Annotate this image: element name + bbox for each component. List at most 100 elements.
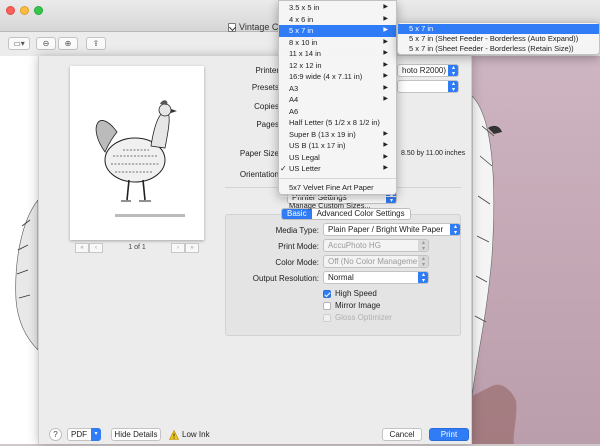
color-mode-label: Color Mode: [275, 258, 319, 267]
chicken-artwork-partial [471, 95, 517, 444]
menu-item-label: 16:9 wide (4 x 7.11 in) [289, 72, 363, 81]
document-icon [228, 22, 236, 32]
checkmark-icon: ✓ [280, 164, 287, 173]
submenu-item-0[interactable]: 5 x 7 in [398, 24, 599, 34]
presets-label: Presets [251, 83, 279, 92]
close-window-button[interactable] [6, 6, 15, 15]
submenu-arrow-icon: ▶ [383, 165, 388, 171]
previous-page-button[interactable]: ‹ [89, 242, 103, 253]
menu-item-a6[interactable]: A6 [279, 106, 396, 118]
next-page-icon: › [177, 244, 179, 251]
menu-item-label: A4 [289, 95, 299, 104]
zoom-out-button[interactable]: ⊖ [36, 37, 56, 50]
menu-item-custom-5x7-velvet-fine-art-paper[interactable]: 5x7 Velvet Fine Art Paper [279, 182, 396, 194]
paper-size-menu: 3.5 x 5 in ▶ 4 x 6 in ▶ 5 x 7 in ▶ 8 x 10 in ▶ 1… [278, 0, 397, 210]
menu-item-label: A6 [289, 106, 299, 116]
menu-item-label: Half Letter (5 1/2 x 8 1/2 in) [289, 118, 380, 127]
menu-item-label: 5 x 7 in [289, 26, 314, 35]
media-type-popup[interactable]: Plain Paper / Bright White Paper ▴ ▾ [323, 223, 461, 236]
submenu-arrow-icon: ▶ [383, 38, 388, 45]
menu-item-11-x-14-in[interactable]: 11 x 14 in ▶ [279, 48, 396, 60]
presets-popup[interactable]: ▴ ▾ [397, 80, 459, 93]
chevron-down-icon: ▾ [91, 428, 101, 441]
cancel-button[interactable]: Cancel [382, 428, 422, 441]
print-mode-label: Print Mode: [278, 242, 319, 251]
chicken-artwork-left [15, 200, 38, 350]
low-ink-label: Low Ink [182, 430, 210, 439]
zoom-window-button[interactable] [34, 6, 43, 15]
menu-item-4-x-6-in[interactable]: 4 x 6 in ▶ [279, 14, 396, 26]
menu-item-label: US Letter [289, 164, 321, 173]
menu-separator [279, 177, 396, 179]
output-resolution-popup[interactable]: Normal ▴ ▾ [323, 271, 429, 284]
submenu-arrow-icon: ▶ [383, 130, 388, 137]
menu-item-5-x-7-in[interactable]: 5 x 7 in ▶ [279, 25, 396, 37]
print-mode-popup[interactable]: AccuPhoto HG ▴ ▾ [323, 239, 429, 252]
submenu-arrow-icon: ▶ [383, 61, 388, 68]
submenu-item-2[interactable]: 5 x 7 in (Sheet Feeder - Borderless (Ret… [398, 44, 599, 54]
menu-item-super-b-13-x-19-in[interactable]: Super B (13 x 19 in) ▶ [279, 129, 396, 141]
high-speed-label: High Speed [335, 289, 377, 298]
hide-details-button[interactable]: Hide Details [111, 428, 161, 441]
menu-item-label: A3 [289, 83, 299, 93]
mirror-image-checkbox[interactable]: Mirror Image [323, 301, 380, 310]
popup-stepper-icon: ▴ ▾ [418, 256, 428, 267]
menu-item-a4[interactable]: A4 ▶ [279, 94, 396, 106]
menu-item-half-letter-5-1-2-x-8-1-2-in[interactable]: Half Letter (5 1/2 x 8 1/2 in) [279, 117, 396, 129]
checkbox-icon [323, 313, 331, 322]
pdf-menu-button[interactable]: PDF ▾ [67, 428, 101, 441]
copies-label: Copies [254, 102, 279, 111]
menu-item-us-letter[interactable]: ✓ US Letter ▶ [279, 163, 396, 175]
mirror-image-label: Mirror Image [335, 301, 381, 310]
printer-label: Printer [255, 66, 279, 75]
sidebar-toggle-button[interactable]: ▭▾ [8, 37, 30, 50]
menu-item-8-x-10-in[interactable]: 8 x 10 in ▶ [279, 37, 396, 49]
menu-item-a3[interactable]: A3 ▶ [279, 83, 396, 95]
first-page-icon: « [80, 244, 84, 251]
zoom-in-icon: ⊕ [64, 39, 72, 48]
page-indicator: 1 of 1 [128, 244, 146, 251]
menu-item-label: US B (11 x 17 in) [289, 141, 346, 150]
menu-item-label: 11 x 14 in [289, 49, 321, 58]
first-page-button[interactable]: « [75, 242, 89, 253]
checkbox-icon [323, 301, 331, 310]
minimize-window-button[interactable] [20, 6, 29, 15]
output-resolution-value: Normal [328, 273, 354, 282]
last-page-button[interactable]: » [185, 242, 199, 253]
color-mode-popup[interactable]: Off (No Color Manageme... ▴ ▾ [323, 255, 429, 268]
high-speed-checkbox[interactable]: High Speed [323, 289, 377, 298]
media-type-label: Media Type: [275, 226, 319, 235]
orientation-label: Orientation [239, 170, 279, 179]
submenu-arrow-icon: ▶ [383, 50, 388, 56]
submenu-item-1[interactable]: 5 x 7 in (Sheet Feeder - Borderless (Aut… [398, 34, 599, 44]
popup-stepper-icon: ▴ ▾ [448, 81, 458, 92]
menu-item-12-x-12-in[interactable]: 12 x 12 in ▶ [279, 60, 396, 72]
zoom-out-icon: ⊖ [42, 39, 50, 48]
submenu-arrow-icon: ▶ [383, 153, 388, 160]
menu-item-label: 12 x 12 in [289, 60, 322, 70]
gloss-optimizer-checkbox[interactable]: Gloss Optimizer [323, 313, 392, 322]
menu-item-16-9-wide-4-x-7-11-in[interactable]: 16:9 wide (4 x 7.11 in) ▶ [279, 71, 396, 83]
dialog-footer: ? PDF ▾ Hide Details Low Ink Cancel Prin… [39, 425, 473, 444]
paper-size-submenu: 5 x 7 in 5 x 7 in (Sheet Feeder - Borderl… [397, 22, 600, 55]
menu-item-label: 4 x 6 in [289, 14, 314, 24]
next-page-button[interactable]: › [171, 242, 185, 253]
menu-item-us-legal[interactable]: US Legal ▶ [279, 152, 396, 164]
print-button[interactable]: Print [429, 428, 469, 441]
help-button[interactable]: ? [49, 428, 62, 441]
checkbox-checked-icon [323, 289, 331, 298]
submenu-arrow-icon: ▶ [383, 96, 388, 102]
menu-item-us-b-11-x-17-in[interactable]: US B (11 x 17 in) ▶ [279, 140, 396, 152]
menu-item-3-5-x-5-in[interactable]: 3.5 x 5 in ▶ [279, 2, 396, 14]
share-button[interactable]: ⇪ [86, 37, 106, 50]
preview-pager: « ‹ 1 of 1 › » [75, 242, 199, 253]
manage-custom-sizes-item[interactable]: Manage Custom Sizes... [279, 200, 396, 212]
low-ink-warning-icon [169, 430, 179, 440]
popup-stepper-icon: ▴ ▾ [418, 240, 428, 251]
zoom-in-button[interactable]: ⊕ [58, 37, 78, 50]
paper-size-label: Paper Size [239, 149, 279, 158]
popup-stepper-icon: ▴ ▾ [448, 65, 458, 76]
submenu-arrow-icon: ▶ [383, 84, 388, 91]
printer-value: hoto R2000) [402, 66, 447, 75]
printer-popup[interactable]: hoto R2000) ▴ ▾ [397, 64, 459, 77]
